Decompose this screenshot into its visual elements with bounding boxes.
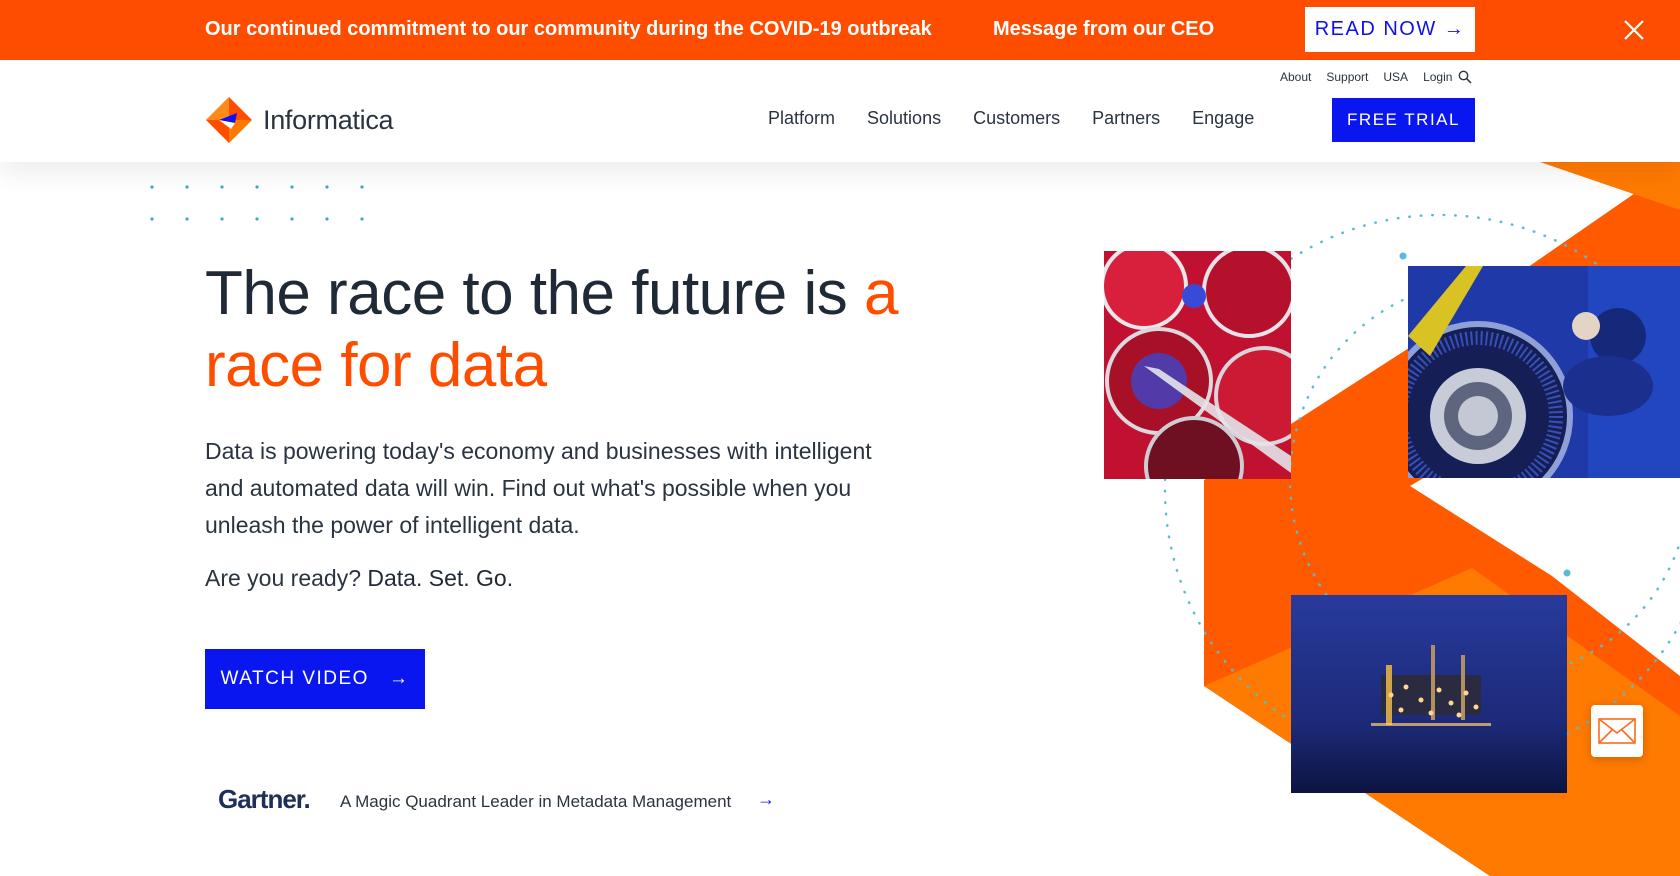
logo-text: Informatica (263, 104, 394, 135)
hero-lead: Data is powering today's economy and bus… (205, 438, 872, 538)
search-icon[interactable] (1458, 70, 1472, 84)
nav-item-solutions[interactable]: Solutions (867, 108, 941, 129)
utility-nav: About Support USA Login (1280, 70, 1472, 84)
envelope-icon (1598, 718, 1636, 744)
contact-mail-button[interactable] (1591, 705, 1643, 757)
site-header: Informatica About Support USA Login Plat… (0, 60, 1680, 162)
tagline-prefix: Are you ready? (205, 565, 368, 591)
utility-region-link[interactable]: USA (1383, 70, 1408, 84)
utility-about-link[interactable]: About (1280, 70, 1311, 84)
arrow-right-icon[interactable]: → (757, 789, 775, 810)
turbine-engineer-image (1408, 266, 1680, 478)
hero-tagline: Are you ready? Data. Set. Go. (205, 565, 513, 592)
hero-headline: The race to the future is a race for dat… (205, 258, 965, 402)
offshore-rig-image (1291, 595, 1567, 793)
informatica-logo[interactable]: Informatica (205, 96, 394, 144)
nav-item-platform[interactable]: Platform (768, 108, 835, 129)
announcement-banner: Our continued commitment to our communit… (0, 0, 1680, 60)
nav-item-partners[interactable]: Partners (1092, 108, 1160, 129)
utility-support-link[interactable]: Support (1326, 70, 1368, 84)
lab-petri-dish-image (1104, 251, 1291, 479)
gartner-logo: Gartner. (218, 784, 311, 814)
hero-artwork (1040, 150, 1680, 876)
headline-main: The race to the future is (205, 259, 865, 328)
banner-message[interactable]: Our continued commitment to our communit… (205, 18, 932, 41)
nav-item-engage[interactable]: Engage (1192, 108, 1254, 129)
gartner-link-text[interactable]: A Magic Quadrant Leader in Metadata Mana… (340, 792, 731, 812)
read-now-button[interactable]: READ NOW → (1305, 7, 1475, 52)
utility-login-link[interactable]: Login (1423, 70, 1452, 84)
watch-video-button[interactable]: WATCH VIDEO → (205, 649, 425, 709)
banner-ceo-message[interactable]: Message from our CEO (993, 18, 1214, 41)
arrow-right-icon: → (388, 668, 410, 689)
free-trial-button[interactable]: FREE TRIAL (1332, 98, 1475, 142)
main-nav: Platform Solutions Customers Partners En… (768, 108, 1254, 129)
watch-video-label: WATCH VIDEO (220, 668, 369, 689)
close-icon[interactable] (1622, 18, 1646, 42)
decorative-dot-grid (150, 185, 364, 221)
nav-item-customers[interactable]: Customers (973, 108, 1060, 129)
tagline-bold: Data. Set. Go. (367, 565, 514, 591)
logo-mark-icon (206, 97, 252, 143)
